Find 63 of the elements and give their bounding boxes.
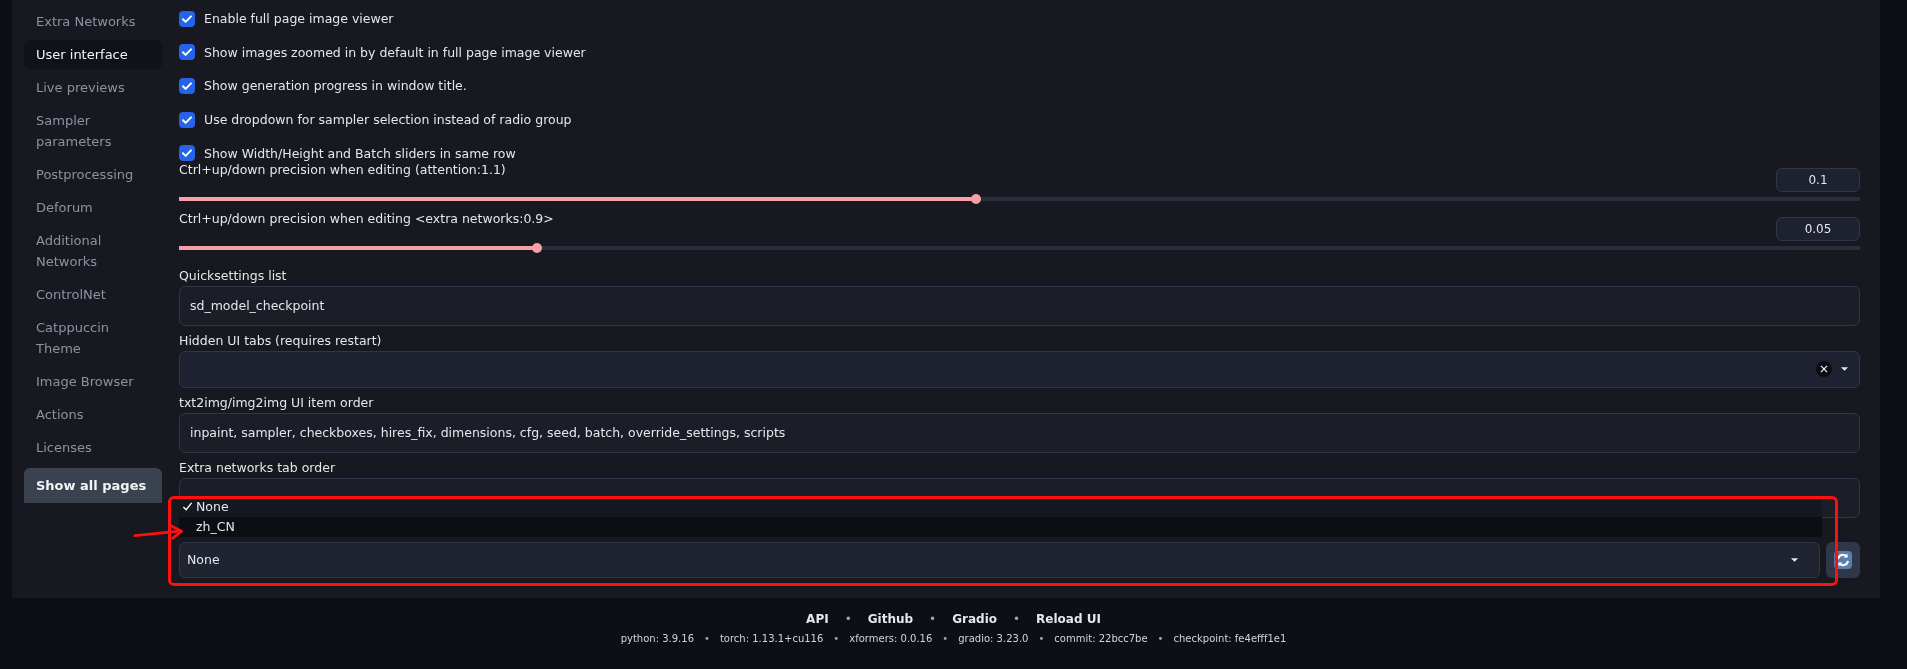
footer-link[interactable]: API (806, 612, 829, 626)
caret-icon[interactable] (1790, 556, 1799, 563)
version-info: checkpoint: fe4efff1e1 (1173, 633, 1287, 644)
version-info: commit: 22bcc7be (1054, 633, 1148, 644)
checkbox[interactable] (179, 44, 195, 61)
checkbox-label: Use dropdown for sampler selection instead of radio group (204, 112, 572, 128)
checkbox[interactable] (179, 111, 195, 128)
refresh-button[interactable] (1826, 541, 1860, 578)
sidebar-item[interactable]: User interface (24, 40, 162, 69)
slider-thumb[interactable] (970, 193, 981, 204)
slider-track[interactable] (179, 196, 1860, 201)
text-field[interactable]: inpaint, sampler, checkboxes, hires_fix, dimensions, cfg, seed, batch, override_settings, scripts (179, 412, 1860, 453)
slider-label: Ctrl+up/down precision when editing (attention:1.1) (179, 161, 506, 177)
separator-dot: • (832, 633, 841, 644)
sidebar-item[interactable]: Actions (24, 400, 162, 429)
checkbox-label: Show generation progress in window title. (204, 78, 467, 94)
footer-link[interactable]: Gradio (952, 612, 997, 626)
field-label: Hidden UI tabs (requires restart) (179, 332, 383, 348)
checkbox[interactable] (179, 10, 195, 27)
sidebar-item[interactable]: Catppuccin Theme (24, 313, 162, 363)
checkbox[interactable] (179, 78, 195, 94)
version-info: gradio: 3.23.0 (958, 633, 1029, 644)
checkbox-label: Show images zoomed in by default in full page image viewer (204, 44, 586, 60)
sidebar-item[interactable]: Licenses (24, 433, 162, 462)
separator-dot: • (1156, 633, 1165, 644)
checkmark-icon (182, 501, 193, 513)
field-label: Quicksettings list (179, 267, 288, 283)
slider-track[interactable] (179, 245, 1860, 250)
slider-thumb[interactable] (532, 242, 543, 253)
version-info: python: 3.9.16 (620, 633, 694, 644)
sidebar-item[interactable]: Deforum (24, 193, 162, 222)
sidebar-item[interactable]: Extra Networks (24, 7, 162, 36)
number-field[interactable]: 0.1 (1776, 167, 1860, 192)
checkbox-label: Enable full page image viewer (204, 11, 394, 27)
checkbox[interactable] (179, 145, 195, 162)
show-all-pages-button[interactable]: Show all pages (24, 468, 162, 503)
multiselect-field[interactable] (179, 350, 1860, 388)
clear-icon[interactable] (1816, 361, 1832, 378)
sidebar-item[interactable]: Postprocessing (24, 160, 162, 189)
separator-dot: • (843, 612, 853, 626)
number-field[interactable]: 0.05 (1776, 216, 1860, 241)
caret-icon[interactable] (1840, 366, 1849, 373)
sidebar-item[interactable]: ControlNet (24, 280, 162, 309)
localization-dropdown[interactable]: None (179, 541, 1820, 578)
separator-dot: • (928, 612, 938, 626)
separator-dot: • (1037, 633, 1046, 644)
footer-link[interactable]: Reload UI (1036, 612, 1101, 626)
footer-link[interactable]: Github (867, 612, 914, 626)
separator-dot: • (1012, 612, 1022, 626)
separator-dot: • (703, 633, 711, 644)
slider-label: Ctrl+up/down precision when editing <extra networks:0.9> (179, 210, 554, 226)
version-info: torch: 1.13.1+cu116 (719, 633, 824, 644)
sidebar-item[interactable]: Sampler parameters (24, 106, 162, 156)
sidebar-item[interactable]: Live previews (24, 73, 162, 102)
field-label: Extra networks tab order (179, 459, 337, 475)
sidebar-item[interactable]: Additional Networks (24, 226, 162, 276)
dropdown-option[interactable]: zh_CN (179, 516, 1822, 537)
text-field[interactable]: sd_model_checkpoint (179, 285, 1860, 326)
field-label: txt2img/img2img UI item order (179, 394, 375, 410)
sidebar-item[interactable]: Image Browser (24, 367, 162, 396)
separator-dot: • (941, 633, 950, 644)
checkbox-label: Show Width/Height and Batch sliders in same row (204, 145, 516, 161)
version-info: xformers: 0.0.16 (849, 633, 933, 644)
